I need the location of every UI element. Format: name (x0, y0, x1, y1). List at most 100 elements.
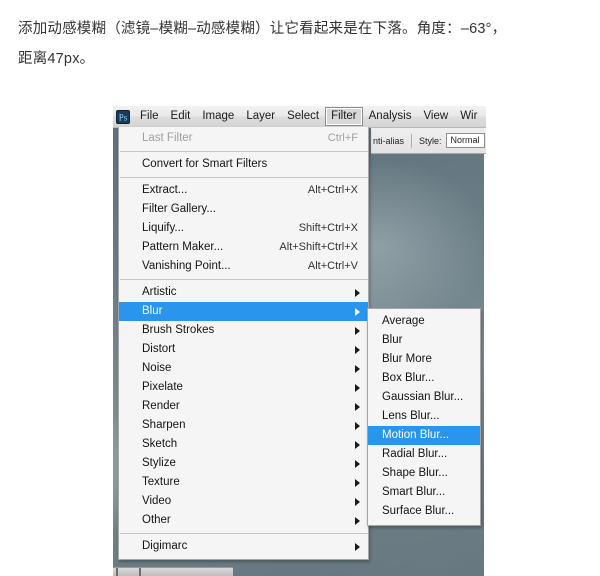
photoshop-app-icon[interactable]: Ps (116, 109, 130, 124)
menu-item-shortcut: Alt+Ctrl+V (307, 260, 358, 272)
submenu-item-box-blur[interactable]: Box Blur... (368, 369, 480, 388)
screenshot-right-gutter (484, 106, 486, 576)
menu-item-label: Noise (142, 362, 172, 374)
menu-item-artistic[interactable]: Artistic (119, 283, 368, 302)
options-bar-divider (411, 133, 413, 148)
menu-item-render[interactable]: Render (119, 397, 368, 416)
menu-item-pixelate[interactable]: Pixelate (119, 378, 368, 397)
submenu-item-blur-more[interactable]: Blur More (368, 350, 480, 369)
chevron-right-icon (355, 459, 360, 468)
style-label: Style: (419, 135, 442, 146)
menu-select[interactable]: Select (281, 107, 325, 126)
menu-item-digimarc[interactable]: Digimarc (119, 537, 368, 556)
menu-item-shortcut: Ctrl+F (327, 132, 358, 144)
submenu-item-surface-blur[interactable]: Surface Blur... (368, 502, 480, 521)
menu-item-label: Blur (142, 305, 163, 317)
chevron-right-icon (355, 326, 360, 335)
menu-item-label: Stylize (142, 457, 176, 469)
panel-notch-left (116, 568, 118, 576)
panel-notch-right (139, 568, 141, 576)
chevron-right-icon (355, 516, 360, 525)
menu-item-texture[interactable]: Texture (119, 473, 368, 492)
menu-item-shortcut: Shift+Ctrl+X (298, 222, 358, 234)
menu-item-shortcut: Alt+Shift+Ctrl+X (279, 241, 358, 253)
menu-item-label: Extract... (142, 184, 188, 196)
menu-item-label: Pattern Maker... (142, 241, 224, 253)
menu-separator (120, 177, 368, 178)
menu-item-label: Brush Strokes (142, 324, 215, 336)
chevron-right-icon (355, 288, 360, 297)
menu-item-vanishing-point[interactable]: Vanishing Point... Alt+Ctrl+V (119, 257, 368, 276)
chevron-right-icon (355, 383, 360, 392)
menu-separator (120, 279, 368, 280)
chevron-right-icon (355, 364, 360, 373)
chevron-right-icon (355, 345, 360, 354)
menu-item-liquify[interactable]: Liquify... Shift+Ctrl+X (119, 219, 368, 238)
article-text: 添加动感模糊（滤镜–模糊–动感模糊）让它看起来是在下落。角度：–63°， 距离4… (18, 14, 584, 74)
menu-item-other[interactable]: Other (119, 511, 368, 530)
menu-item-label: Sharpen (142, 419, 186, 431)
chevron-right-icon (355, 478, 360, 487)
blur-submenu: Average Blur Blur More Box Blur... Gauss… (367, 308, 481, 526)
menu-layer[interactable]: Layer (240, 107, 281, 126)
menu-item-pattern-maker[interactable]: Pattern Maker... Alt+Shift+Ctrl+X (119, 238, 368, 257)
menu-item-label: Render (142, 400, 180, 412)
submenu-item-gaussian-blur[interactable]: Gaussian Blur... (368, 388, 480, 407)
menu-item-label: Convert for Smart Filters (142, 158, 268, 170)
menu-item-blur[interactable]: Blur (119, 302, 368, 321)
submenu-item-motion-blur[interactable]: Motion Blur... (368, 426, 480, 445)
menu-item-label: Last Filter (142, 132, 193, 144)
menu-item-convert-for-smart-filters[interactable]: Convert for Smart Filters (119, 155, 368, 174)
menu-item-label: Liquify... (142, 222, 184, 234)
submenu-item-blur[interactable]: Blur (368, 331, 480, 350)
menu-item-extract[interactable]: Extract... Alt+Ctrl+X (119, 181, 368, 200)
chevron-right-icon (355, 421, 360, 430)
menu-item-label: Filter Gallery... (142, 203, 216, 215)
svg-text:Ps: Ps (119, 112, 128, 122)
menu-item-label: Vanishing Point... (142, 260, 231, 272)
menu-item-label: Artistic (142, 286, 177, 298)
anti-alias-label: nti-alias (373, 135, 405, 146)
chevron-right-icon (355, 402, 360, 411)
photoshop-screenshot: nti-alias Style: Normal Ps File Edit Ima… (113, 106, 486, 576)
article-line-2: 距离47px。 (18, 51, 95, 67)
menu-item-last-filter[interactable]: Last Filter Ctrl+F (119, 129, 368, 148)
menu-view[interactable]: View (417, 107, 454, 126)
menu-item-shortcut: Alt+Ctrl+X (307, 184, 358, 196)
menu-item-label: Other (142, 514, 171, 526)
submenu-item-smart-blur[interactable]: Smart Blur... (368, 483, 480, 502)
menu-edit[interactable]: Edit (165, 107, 197, 126)
submenu-item-shape-blur[interactable]: Shape Blur... (368, 464, 480, 483)
options-bar: nti-alias Style: Normal (371, 128, 486, 154)
filter-dropdown-menu: Last Filter Ctrl+F Convert for Smart Fil… (118, 127, 369, 560)
chevron-right-icon (355, 307, 360, 316)
menu-file[interactable]: File (134, 107, 165, 126)
menu-item-label: Pixelate (142, 381, 183, 393)
menu-separator (120, 151, 368, 152)
style-value-field[interactable]: Normal (445, 133, 485, 148)
menu-item-label: Texture (142, 476, 180, 488)
menu-item-label: Sketch (142, 438, 178, 450)
menu-item-stylize[interactable]: Stylize (119, 454, 368, 473)
menu-image[interactable]: Image (196, 107, 240, 126)
chevron-right-icon (355, 497, 360, 506)
menu-analysis[interactable]: Analysis (363, 107, 418, 126)
menu-separator (120, 533, 368, 534)
menu-item-label: Video (142, 495, 172, 507)
submenu-item-lens-blur[interactable]: Lens Blur... (368, 407, 480, 426)
menu-window[interactable]: Wir (454, 107, 483, 126)
submenu-item-average[interactable]: Average (368, 312, 480, 331)
submenu-item-radial-blur[interactable]: Radial Blur... (368, 445, 480, 464)
menu-item-sketch[interactable]: Sketch (119, 435, 368, 454)
menu-item-label: Distort (142, 343, 176, 355)
menu-item-brush-strokes[interactable]: Brush Strokes (119, 321, 368, 340)
chevron-right-icon (355, 542, 360, 551)
menu-item-filter-gallery[interactable]: Filter Gallery... (119, 200, 368, 219)
chevron-right-icon (355, 440, 360, 449)
menu-item-noise[interactable]: Noise (119, 359, 368, 378)
menu-item-video[interactable]: Video (119, 492, 368, 511)
bottom-panel-strip (113, 567, 233, 576)
menu-item-distort[interactable]: Distort (119, 340, 368, 359)
menu-filter[interactable]: Filter (325, 107, 363, 126)
menu-item-sharpen[interactable]: Sharpen (119, 416, 368, 435)
